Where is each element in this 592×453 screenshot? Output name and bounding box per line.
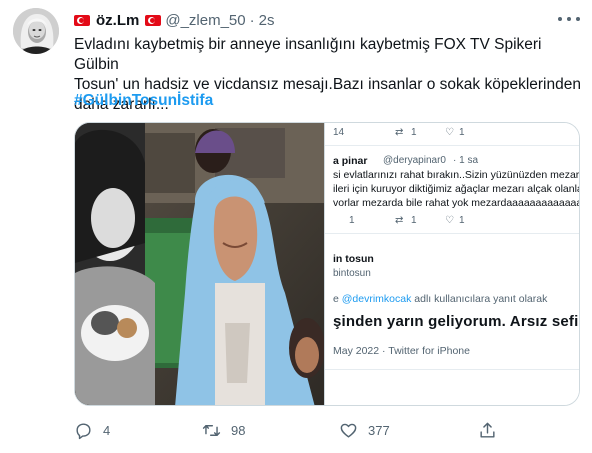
embedded-reply-line: si evlatlarınızı rahat bırakın..Sizin yü… (333, 169, 579, 181)
embedded-like-count: 1 (459, 215, 465, 226)
turkish-flag-icon (74, 14, 90, 26)
heart-icon (340, 423, 357, 438)
tweet-actions: 4 98 377 (74, 418, 544, 442)
share-button[interactable] (478, 418, 507, 442)
reply-icon (76, 422, 91, 439)
tweet-header: öz.Lm @_zlem_50 · 2s (74, 10, 274, 30)
embedded-replying-suffix: adlı kullanıcılara yanıt olarak (414, 293, 548, 305)
embedded-retweet-icon: ⇄ (395, 215, 404, 226)
embedded-like-icon: ♡ (445, 127, 454, 138)
hashtag-link[interactable]: #GülbinTosunİstifa (74, 92, 213, 110)
retweet-button[interactable]: 98 (202, 418, 245, 442)
embedded-retweet-icon: ⇄ (395, 127, 404, 138)
media-container[interactable]: 14 ⇄ 1 ♡ 1 a pinar @deryapinar0 · 1 sa s… (74, 122, 580, 406)
embedded-retweet-count: 1 (411, 127, 417, 138)
turkish-flag-icon (145, 14, 162, 26)
embedded-like-count: 1 (459, 127, 465, 138)
embedded-reply-author: a pinar (333, 155, 368, 167)
embedded-reply-count: 14 (333, 127, 345, 138)
reply-button[interactable]: 4 (74, 418, 110, 442)
timestamp[interactable]: 2s (259, 12, 275, 29)
display-name[interactable]: öz.Lm (96, 12, 139, 29)
like-count: 377 (368, 422, 390, 438)
embedded-reply-time: · 1 sa (453, 155, 479, 166)
embedded-reply-line: vorlar mezarda bile rahat yok mezardaaaa… (333, 197, 579, 209)
retweet-icon (202, 424, 221, 436)
embedded-mention: @devrimkocak (341, 293, 412, 305)
embedded-tweet-screenshot[interactable]: 14 ⇄ 1 ♡ 1 a pinar @deryapinar0 · 1 sa s… (324, 123, 579, 405)
embedded-quoted-author: in tosun (333, 253, 374, 265)
retweet-count: 98 (231, 422, 246, 438)
embedded-quoted-handle: bintosun (333, 268, 371, 279)
embedded-like-icon: ♡ (445, 215, 454, 226)
embedded-reply-line: ileri için kuruyor diktiğimiz ağaçlar me… (333, 183, 579, 195)
separator-dot: · (249, 11, 255, 29)
reply-count: 4 (103, 422, 111, 438)
embedded-main-text: şinden yarın geliyorum. Arsız sefil! (333, 313, 579, 330)
embedded-reply-count: 1 (349, 215, 355, 226)
share-icon (480, 422, 495, 438)
embedded-replying-prefix: e (333, 293, 339, 305)
user-handle[interactable]: @_zlem_50 (165, 12, 245, 29)
avatar[interactable] (13, 8, 59, 54)
embedded-date-source: May 2022 · Twitter for iPhone (333, 345, 470, 357)
news-photo[interactable] (75, 123, 324, 405)
like-button[interactable]: 377 (339, 418, 390, 442)
embedded-retweet-count: 1 (411, 215, 417, 226)
embedded-reply-handle: @deryapinar0 (383, 155, 446, 166)
more-options-icon[interactable] (558, 10, 580, 28)
